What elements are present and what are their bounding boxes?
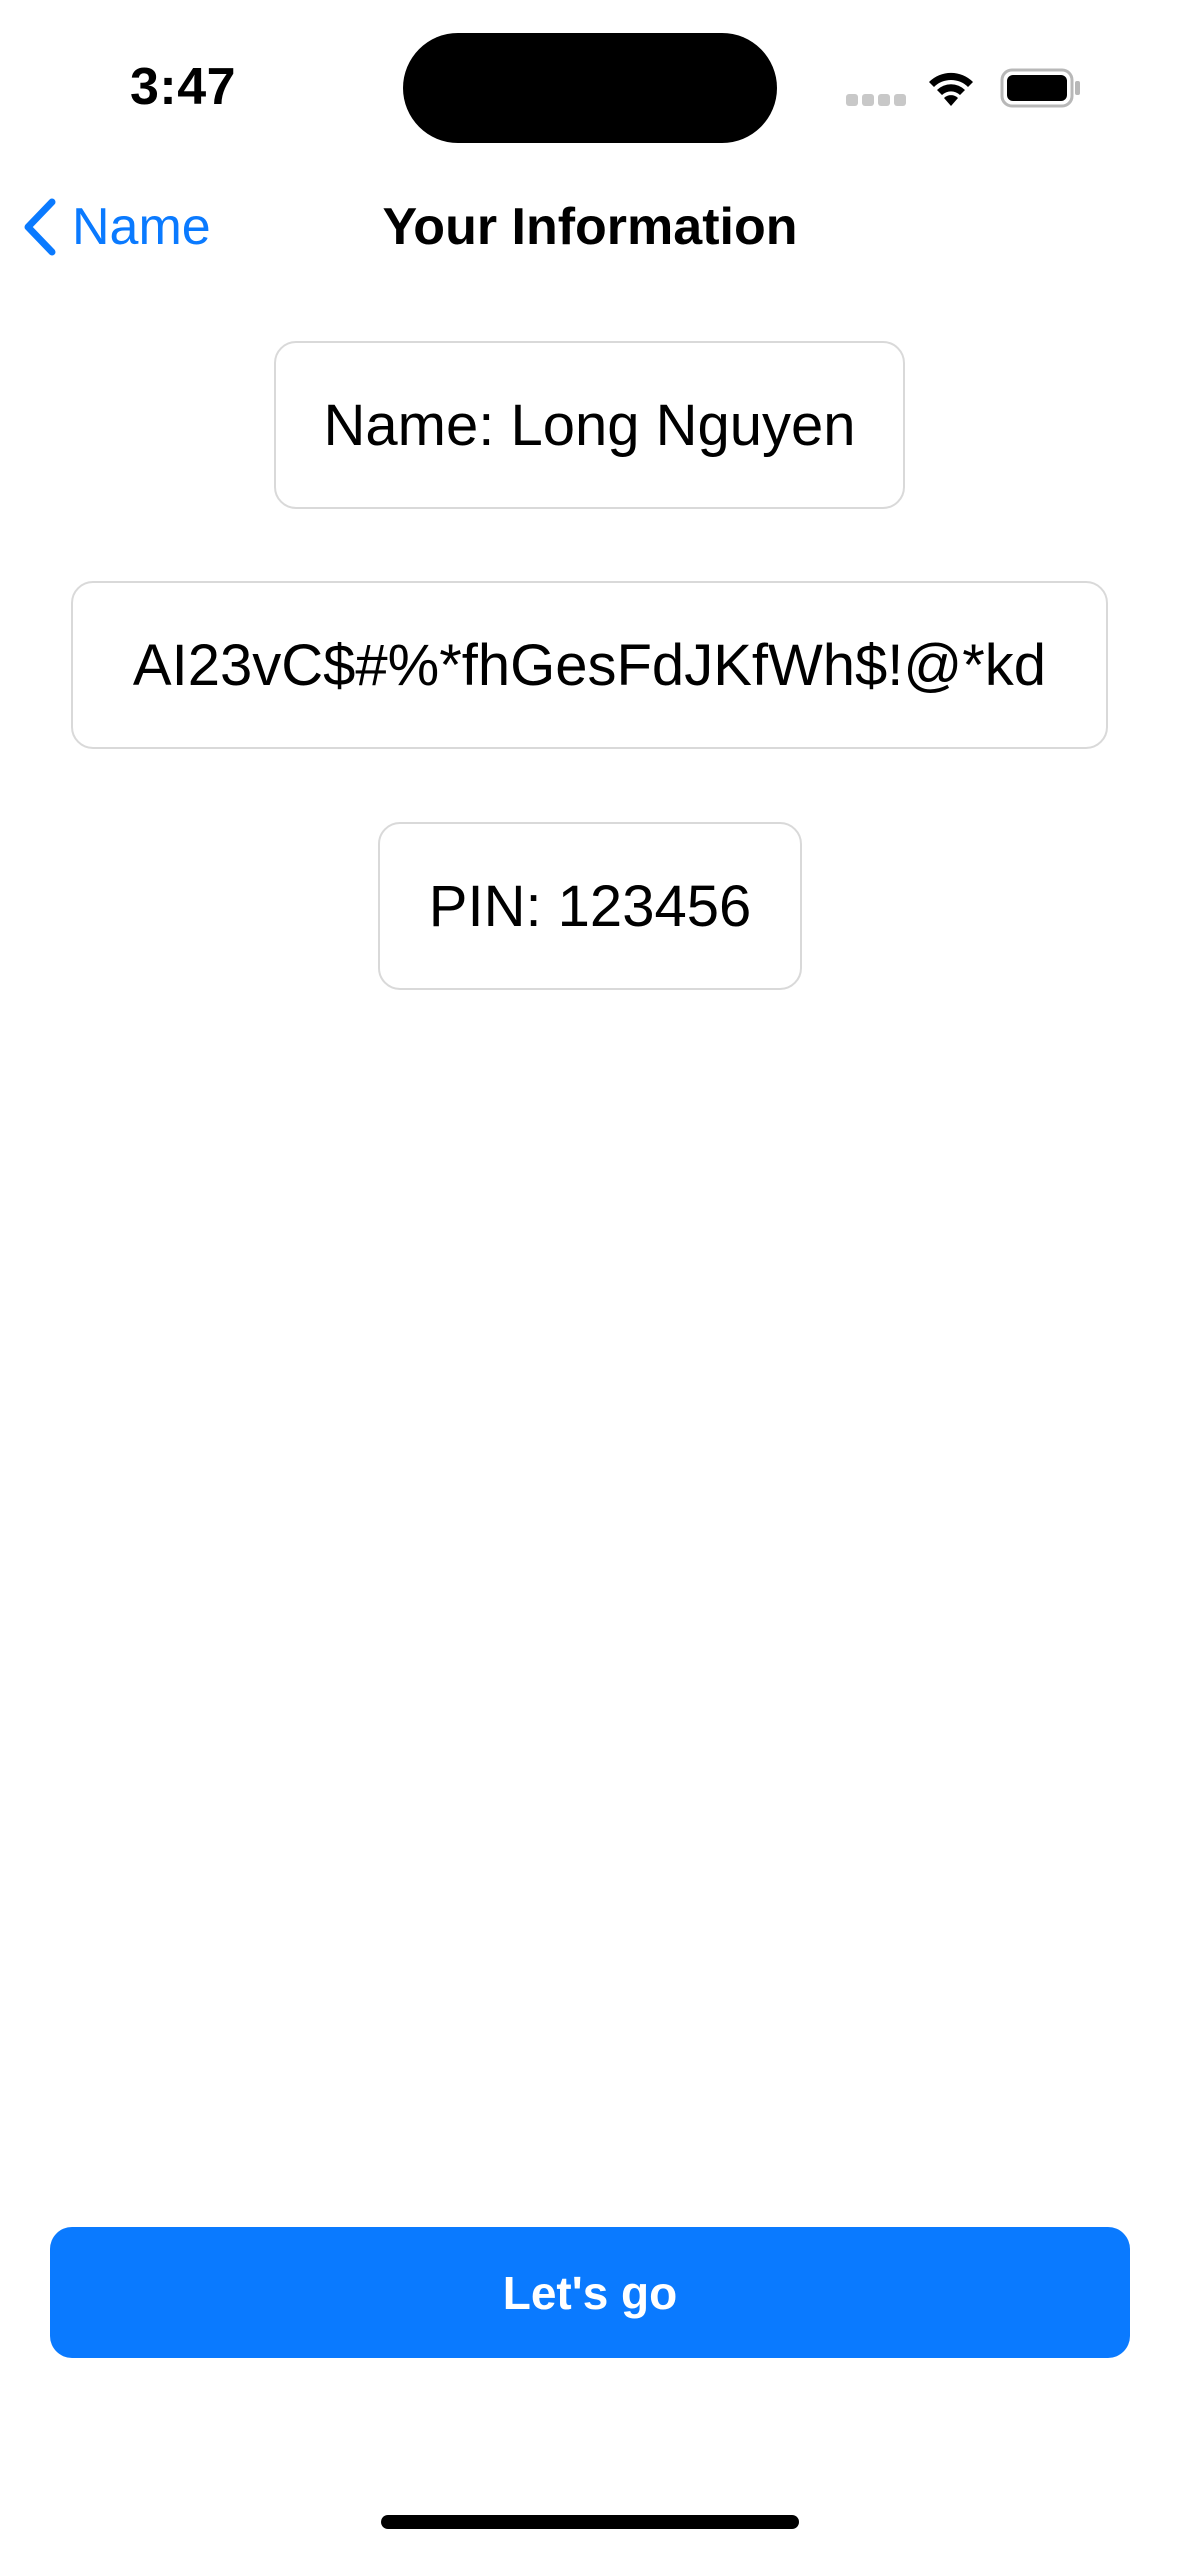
dynamic-island <box>403 33 777 143</box>
name-display: Name: Long Nguyen <box>274 341 905 509</box>
page-title: Your Information <box>382 198 798 256</box>
home-indicator[interactable] <box>381 2515 799 2529</box>
password-display: AI23vC$#%*fhGesFdJKfWh$!@*kd <box>71 581 1108 749</box>
pin-display: PIN: 123456 <box>378 822 802 990</box>
chevron-left-icon <box>22 198 58 256</box>
wifi-icon <box>925 66 977 108</box>
battery-icon <box>1000 68 1082 108</box>
back-button[interactable]: Name <box>22 192 211 262</box>
cellular-signal-icon <box>846 94 906 108</box>
back-button-label: Name <box>72 198 211 256</box>
lets-go-button[interactable]: Let's go <box>50 2227 1130 2358</box>
status-time: 3:47 <box>130 58 237 116</box>
